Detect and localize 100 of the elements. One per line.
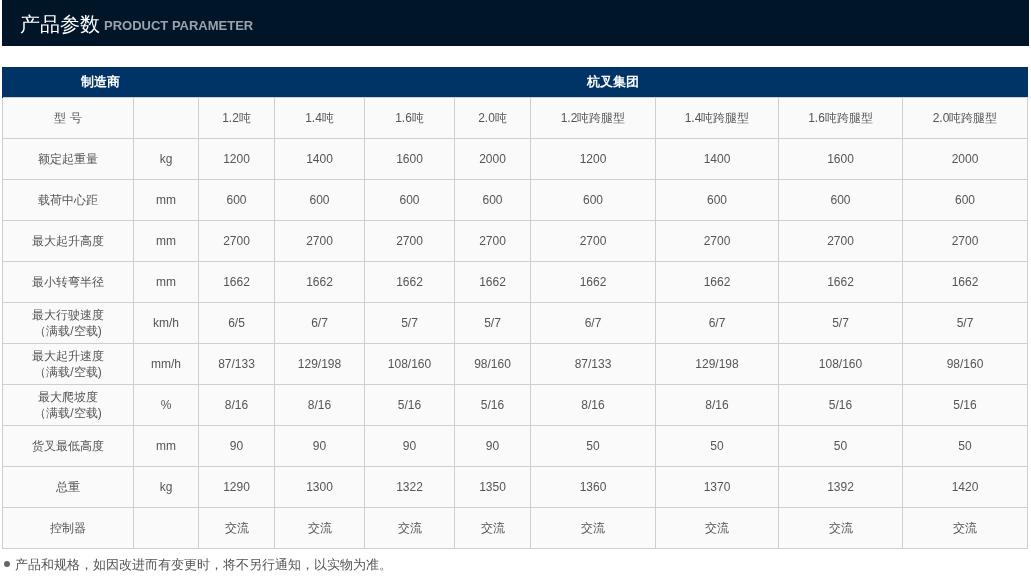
table-cell: 总重 xyxy=(2,466,134,507)
table-cell: 1.4吨跨腿型 xyxy=(655,97,779,138)
table-cell: 1420 xyxy=(902,466,1028,507)
table-cell: 5/16 xyxy=(778,384,903,425)
table-cell: 1662 xyxy=(655,261,779,302)
table-cell: 交流 xyxy=(778,507,903,548)
table-cell: 2700 xyxy=(902,220,1028,261)
table-cell: % xyxy=(133,384,199,425)
table-cell: 2000 xyxy=(454,138,531,179)
footnote: 产品和规格，如因改进而有变更时，将不另行通知，以实物为准。 xyxy=(15,555,392,574)
table-cell: 交流 xyxy=(454,507,531,548)
table-cell: 1400 xyxy=(274,138,365,179)
table-cell: 6/5 xyxy=(198,302,275,343)
table-cell: 8/16 xyxy=(530,384,656,425)
table-cell: 108/160 xyxy=(778,343,903,384)
table-cell: 1.6吨跨腿型 xyxy=(778,97,903,138)
table-cell: 2.0吨跨腿型 xyxy=(902,97,1028,138)
table-cell: 1662 xyxy=(364,261,455,302)
table-cell: 1662 xyxy=(530,261,656,302)
table-cell: 2700 xyxy=(655,220,779,261)
table-cell: 2700 xyxy=(364,220,455,261)
table-cell: 5/7 xyxy=(364,302,455,343)
table-cell: 控制器 xyxy=(2,507,134,548)
table-cell: 1360 xyxy=(530,466,656,507)
table-cell: 50 xyxy=(530,425,656,466)
table-cell: 1200 xyxy=(530,138,656,179)
table-cell: 50 xyxy=(902,425,1028,466)
table-cell: 5/16 xyxy=(364,384,455,425)
table-cell: 90 xyxy=(198,425,275,466)
table-cell xyxy=(133,507,199,548)
table-cell: 交流 xyxy=(530,507,656,548)
table-cell: 1662 xyxy=(274,261,365,302)
table-cell: 1370 xyxy=(655,466,779,507)
table-cell: 90 xyxy=(364,425,455,466)
table-cell: 2700 xyxy=(198,220,275,261)
table-cell: 5/16 xyxy=(902,384,1028,425)
table-cell: 600 xyxy=(364,179,455,220)
table-cell: 87/133 xyxy=(530,343,656,384)
table-cell: 货叉最低高度 xyxy=(2,425,134,466)
table-cell: 8/16 xyxy=(655,384,779,425)
table-cell: 交流 xyxy=(902,507,1028,548)
table-cell: kg xyxy=(133,138,199,179)
table-cell: 5/7 xyxy=(454,302,531,343)
table-cell: 1.2吨跨腿型 xyxy=(530,97,656,138)
table-cell: 载荷中心距 xyxy=(2,179,134,220)
table-cell: 1.4吨 xyxy=(274,97,365,138)
table-cell: 1392 xyxy=(778,466,903,507)
table-cell: mm xyxy=(133,425,199,466)
table-cell xyxy=(133,97,199,138)
table-cell: 1600 xyxy=(778,138,903,179)
table-cell: 1350 xyxy=(454,466,531,507)
table-cell: 108/160 xyxy=(364,343,455,384)
table-cell: mm xyxy=(133,220,199,261)
table-cell: 1290 xyxy=(198,466,275,507)
table-cell: 1662 xyxy=(454,261,531,302)
table-cell: 50 xyxy=(655,425,779,466)
table-cell: 最大起升速度 （满载/空载) xyxy=(2,343,134,384)
table-cell: 交流 xyxy=(364,507,455,548)
table-cell: 600 xyxy=(902,179,1028,220)
table-cell: 2700 xyxy=(530,220,656,261)
table-cell: 129/198 xyxy=(655,343,779,384)
table-cell: 8/16 xyxy=(274,384,365,425)
table-cell: 600 xyxy=(778,179,903,220)
table-cell: 2700 xyxy=(778,220,903,261)
table-cell: 1662 xyxy=(902,261,1028,302)
table-cell: 型 号 xyxy=(2,97,134,138)
table-cell: 额定起重量 xyxy=(2,138,134,179)
table-cell: 1300 xyxy=(274,466,365,507)
table-cell: 最大起升高度 xyxy=(2,220,134,261)
table-cell: 交流 xyxy=(274,507,365,548)
table-cell: 5/16 xyxy=(454,384,531,425)
table-cell: 1600 xyxy=(364,138,455,179)
table-cell: 6/7 xyxy=(655,302,779,343)
table-cell: 5/7 xyxy=(778,302,903,343)
table-cell: 600 xyxy=(530,179,656,220)
table-cell: 6/7 xyxy=(530,302,656,343)
table-cell: 最大行驶速度 （满载/空载) xyxy=(2,302,134,343)
table-cell: 5/7 xyxy=(902,302,1028,343)
header-cell: 杭叉集团 xyxy=(198,67,1028,97)
table-cell: 2000 xyxy=(902,138,1028,179)
table-cell: 1662 xyxy=(778,261,903,302)
table-cell: 600 xyxy=(274,179,365,220)
table-cell: 600 xyxy=(655,179,779,220)
table-cell: 600 xyxy=(198,179,275,220)
section-title: 产品参数 xyxy=(20,14,100,34)
table-cell: 8/16 xyxy=(198,384,275,425)
table-cell: mm xyxy=(133,179,199,220)
bullet-icon xyxy=(4,561,10,568)
table-cell: 最小转弯半径 xyxy=(2,261,134,302)
table-cell: 6/7 xyxy=(274,302,365,343)
table-cell: 50 xyxy=(778,425,903,466)
table-cell: 2700 xyxy=(454,220,531,261)
table-cell: 129/198 xyxy=(274,343,365,384)
table-cell: 1200 xyxy=(198,138,275,179)
table-cell: 1400 xyxy=(655,138,779,179)
section-subtitle: PRODUCT PARAMETER xyxy=(104,19,254,34)
header-cell: 制造商 xyxy=(2,67,199,97)
table-cell: km/h xyxy=(133,302,199,343)
table-cell: 600 xyxy=(454,179,531,220)
table-cell: kg xyxy=(133,466,199,507)
